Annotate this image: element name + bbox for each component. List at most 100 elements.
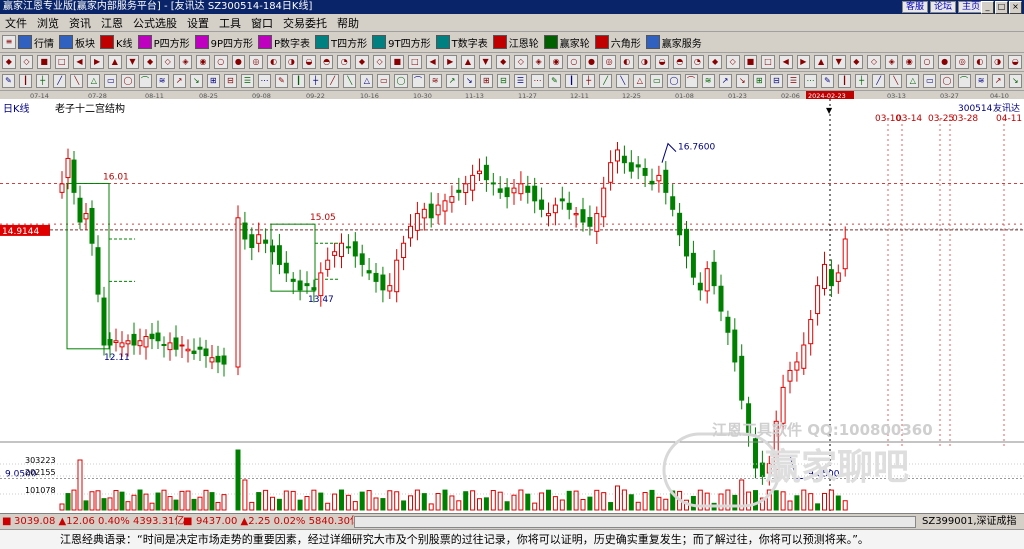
analysis-tool-17-icon[interactable]: ✎ [275,74,289,88]
analysis-tool-45-icon[interactable]: ⊞ [752,74,766,88]
draw-tool-41-icon[interactable]: ◆ [708,55,722,69]
draw-tool-47-icon[interactable]: ▲ [814,55,828,69]
toolbar-p-square-button[interactable]: P四方形 [137,35,190,50]
draw-tool-3-icon[interactable]: ■ [37,55,51,69]
analysis-tool-16-icon[interactable]: ⋯ [257,74,271,88]
draw-tool-51-icon[interactable]: ◈ [884,55,899,69]
analysis-tool-21-icon[interactable]: ╲ [343,74,357,88]
kline-chart-svg[interactable]: 日K线 老子十二宫结构 300514 友讯达 14.9144▼03-1003-1… [0,99,1024,513]
draw-tool-57-icon[interactable]: ◑ [990,55,1005,69]
analysis-tool-51-icon[interactable]: ┼ [855,74,869,88]
analysis-tool-20-icon[interactable]: ╱ [326,74,340,88]
menu-browse[interactable]: 浏览 [32,15,64,31]
draw-tool-28-icon[interactable]: ▼ [478,55,493,69]
toolbar-t-table-button[interactable]: T数字表 [435,35,488,50]
analysis-tool-12-icon[interactable]: ↘ [189,74,203,88]
toolbar-p-table-button[interactable]: P数字表 [258,35,310,50]
sh-index-icon[interactable]: ■ [2,514,11,529]
draw-tool-53-icon[interactable]: ○ [920,55,934,69]
draw-tool-58-icon[interactable]: ◒ [1008,55,1023,69]
analysis-tool-25-icon[interactable]: ⌒ [411,74,425,88]
draw-tool-26-icon[interactable]: ▶ [443,55,458,69]
draw-tool-16-icon[interactable]: ◐ [266,55,281,69]
analysis-tool-56-icon[interactable]: ◯ [940,74,954,88]
toolbar-winner-wheel-button[interactable]: 赢家轮 [543,35,590,50]
menu-tools[interactable]: 工具 [214,15,246,31]
menu-window[interactable]: 窗口 [246,15,278,31]
draw-tool-12-icon[interactable]: ◉ [196,55,210,69]
draw-tool-35-icon[interactable]: ◎ [602,55,616,69]
analysis-tool-30-icon[interactable]: ⊟ [496,74,510,88]
analysis-tool-1-icon[interactable]: ✎ [2,74,16,88]
analysis-tool-24-icon[interactable]: ◯ [394,74,408,88]
menu-trade[interactable]: 交易委托 [278,15,332,31]
draw-tool-31-icon[interactable]: ◈ [531,55,546,69]
analysis-tool-36-icon[interactable]: ╱ [599,74,613,88]
support-link[interactable]: 客服 [901,1,928,13]
draw-tool-10-icon[interactable]: ◇ [160,55,175,69]
draw-tool-43-icon[interactable]: ■ [743,55,758,69]
draw-tool-15-icon[interactable]: ◎ [249,55,263,69]
analysis-tool-34-icon[interactable]: ┃ [565,74,579,88]
analysis-tool-10-icon[interactable]: ≋ [155,74,169,88]
analysis-tool-33-icon[interactable]: ✎ [548,74,562,88]
draw-tool-1-icon[interactable]: ◆ [2,55,16,69]
draw-tool-11-icon[interactable]: ◈ [178,55,193,69]
analysis-tool-4-icon[interactable]: ╱ [53,74,67,88]
toolbar-t-square-button[interactable]: T四方形 [315,35,367,50]
analysis-tool-31-icon[interactable]: ☰ [513,74,527,88]
sh-index-status[interactable]: 3039.08 ▲12.06 0.40% 4393.31亿 [14,514,184,529]
draw-tool-52-icon[interactable]: ◉ [902,55,917,69]
analysis-tool-37-icon[interactable]: ╲ [616,74,630,88]
analysis-tool-57-icon[interactable]: ⌒ [957,74,971,88]
draw-tool-5-icon[interactable]: ◀ [72,55,87,69]
draw-tool-39-icon[interactable]: ◓ [672,55,687,69]
draw-tool-36-icon[interactable]: ◐ [619,55,634,69]
analysis-tool-55-icon[interactable]: ▭ [923,74,937,88]
draw-tool-18-icon[interactable]: ◒ [302,55,316,69]
draw-tool-7-icon[interactable]: ▲ [107,55,122,69]
toolbar-kline-button[interactable]: K线 [100,35,133,50]
menu-file[interactable]: 文件 [0,15,32,31]
draw-tool-19-icon[interactable]: ◓ [319,55,334,69]
draw-tool-32-icon[interactable]: ◉ [549,55,563,69]
toolbar-blocks-button[interactable]: 板块 [59,35,95,50]
analysis-tool-23-icon[interactable]: ▭ [377,74,391,88]
draw-tool-27-icon[interactable]: ▲ [461,55,475,69]
draw-tool-21-icon[interactable]: ◆ [355,55,369,69]
draw-tool-9-icon[interactable]: ◆ [143,55,157,69]
analysis-tool-38-icon[interactable]: △ [633,74,647,88]
draw-tool-38-icon[interactable]: ◒ [655,55,669,69]
draw-tool-44-icon[interactable]: □ [761,55,775,69]
draw-tool-34-icon[interactable]: ● [584,55,599,69]
draw-tool-56-icon[interactable]: ◐ [973,55,987,69]
analysis-tool-44-icon[interactable]: ↘ [735,74,749,88]
analysis-tool-22-icon[interactable]: △ [360,74,374,88]
analysis-tool-53-icon[interactable]: ╲ [889,74,903,88]
analysis-tool-9-icon[interactable]: ⌒ [138,74,152,88]
draw-tool-54-icon[interactable]: ● [937,55,952,69]
analysis-tool-28-icon[interactable]: ↘ [462,74,476,88]
draw-tool-22-icon[interactable]: ◇ [372,55,387,69]
draw-tool-37-icon[interactable]: ◑ [637,55,652,69]
draw-tool-42-icon[interactable]: ◇ [725,55,740,69]
analysis-tool-50-icon[interactable]: ┃ [838,74,852,88]
analysis-tool-40-icon[interactable]: ◯ [667,74,681,88]
analysis-tool-59-icon[interactable]: ↗ [991,74,1005,88]
analysis-tool-13-icon[interactable]: ⊞ [206,74,220,88]
kline-chart[interactable]: 日K线 老子十二宫结构 300514 友讯达 14.9144 ▼ 03-10 03-1… [0,99,1024,513]
analysis-tool-27-icon[interactable]: ↗ [445,74,459,88]
analysis-tool-54-icon[interactable]: △ [906,74,920,88]
analysis-tool-60-icon[interactable]: ↘ [1008,74,1022,88]
analysis-tool-26-icon[interactable]: ≋ [428,74,442,88]
draw-tool-29-icon[interactable]: ◆ [496,55,511,69]
draw-tool-24-icon[interactable]: □ [408,55,422,69]
draw-tool-30-icon[interactable]: ◇ [514,55,528,69]
draw-tool-48-icon[interactable]: ▼ [831,55,846,69]
sz-index-status[interactable]: 9437.00 ▲2.25 0.02% 5840.30亿 [196,514,360,529]
draw-tool-55-icon[interactable]: ◎ [955,55,970,69]
analysis-tool-35-icon[interactable]: ┼ [582,74,596,88]
analysis-tool-41-icon[interactable]: ⌒ [684,74,698,88]
analysis-tool-19-icon[interactable]: ┼ [309,74,323,88]
draw-tool-50-icon[interactable]: ◇ [867,55,881,69]
